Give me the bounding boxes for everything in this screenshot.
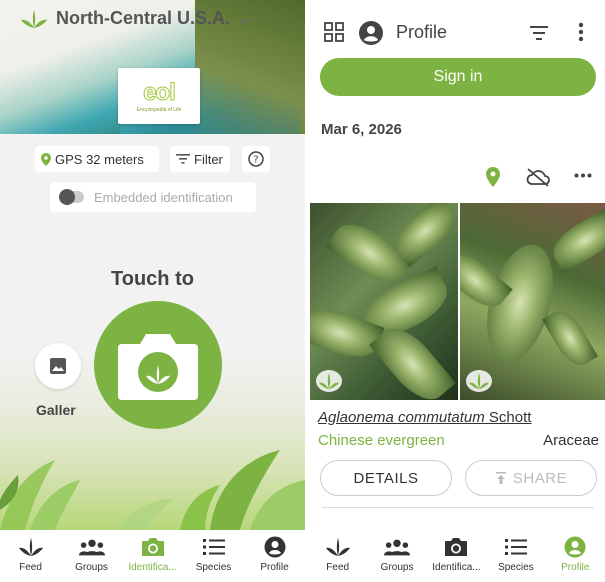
species-icon — [201, 536, 227, 558]
nav-item-species[interactable]: Species — [185, 536, 243, 573]
embedded-identification-toggle[interactable]: Embedded identification — [50, 182, 256, 212]
details-button[interactable]: DETAILS — [320, 460, 452, 496]
nav-item-identifica[interactable]: Identifica... — [427, 536, 485, 573]
divider-line — [322, 507, 594, 508]
nav-label: Profile — [561, 562, 590, 573]
feed-icon — [18, 536, 44, 558]
observation-date: Mar 6, 2026 — [321, 121, 402, 138]
gps-accuracy-chip[interactable]: GPS 32 meters — [35, 146, 159, 172]
location-pin-icon — [41, 152, 51, 166]
filter-button[interactable]: Filter — [170, 146, 230, 172]
nav-item-groups[interactable]: Groups — [368, 536, 426, 573]
help-button[interactable]: ? — [242, 146, 270, 172]
cloud-off-icon[interactable] — [526, 167, 550, 187]
plant-badge-icon — [466, 370, 492, 392]
grid-view-icon[interactable] — [324, 22, 344, 42]
share-label: SHARE — [512, 469, 568, 487]
gallery-label: Galler — [36, 402, 76, 418]
help-icon: ? — [248, 151, 264, 167]
filter-label: Filter — [194, 151, 223, 167]
common-name: Chinese evergreen — [318, 432, 445, 449]
toggle-switch[interactable] — [59, 189, 84, 205]
species-name: Aglaonema commutatum — [318, 409, 485, 426]
eol-logo: eol Encyclopedia of Life — [118, 68, 200, 124]
location-pin-icon[interactable] — [486, 167, 500, 187]
profile-screen: Profile Sign in Mar 6, 2026 Aglaonema co… — [308, 0, 605, 582]
identification-screen: North-Central U.S.A. ⌄ eol Encyclopedia … — [0, 0, 305, 582]
camera-leaf-icon — [118, 334, 198, 400]
species-icon — [503, 536, 529, 558]
species-author: Schott — [484, 409, 532, 426]
region-name: North-Central U.S.A. — [56, 8, 231, 28]
feed-icon — [325, 536, 351, 558]
nav-label: Profile — [260, 562, 289, 573]
nav-item-profile[interactable]: Profile — [546, 536, 604, 573]
groups-icon — [78, 536, 105, 558]
nav-item-feed[interactable]: Feed — [2, 536, 60, 573]
eol-leaf-icon — [21, 9, 47, 28]
sign-in-button[interactable]: Sign in — [320, 58, 596, 96]
more-horiz-icon[interactable] — [574, 173, 592, 178]
camera-icon — [443, 536, 469, 558]
account-circle-icon — [359, 21, 383, 45]
profile-icon — [262, 536, 288, 558]
eol-logo-text: eol — [143, 79, 177, 107]
observation-photo[interactable] — [310, 203, 458, 400]
nav-item-species[interactable]: Species — [487, 536, 545, 573]
bottom-nav: Feed Groups Identifica... Species Profile — [0, 530, 305, 582]
gps-label: GPS 32 meters — [55, 151, 144, 167]
nav-label: Groups — [380, 562, 414, 573]
nav-label: Species — [195, 562, 232, 573]
upload-icon — [495, 472, 506, 484]
nav-label: Feed — [19, 562, 42, 573]
more-vert-icon[interactable] — [578, 22, 584, 42]
nav-item-identifica[interactable]: Identifica... — [124, 536, 182, 573]
foliage-decoration — [0, 430, 305, 530]
scientific-name-link[interactable]: Aglaonema commutatum Schott — [318, 409, 531, 426]
plant-badge-icon — [316, 370, 342, 392]
touch-prompt: Touch to — [111, 268, 194, 290]
camera-icon — [140, 536, 166, 558]
nav-label: Groups — [75, 562, 108, 573]
profile-icon — [562, 536, 588, 558]
chevron-down-icon: ⌄ — [238, 10, 250, 26]
nav-label: Identifica... — [432, 562, 481, 573]
region-selector[interactable]: North-Central U.S.A. ⌄ — [20, 8, 250, 29]
nav-label: Species — [498, 562, 534, 573]
family-name: Araceae — [543, 432, 599, 449]
nav-item-profile[interactable]: Profile — [246, 536, 304, 573]
groups-icon — [384, 536, 411, 558]
app-bar: Profile — [308, 18, 605, 48]
share-button[interactable]: SHARE — [465, 460, 597, 496]
nav-item-groups[interactable]: Groups — [63, 536, 121, 573]
bottom-nav: Feed Groups Identifica... Species Profile — [308, 530, 605, 582]
camera-shutter-button[interactable] — [94, 301, 222, 429]
svg-text:?: ? — [253, 155, 258, 166]
gallery-button[interactable] — [35, 343, 81, 389]
eol-logo-sub: Encyclopedia of Life — [136, 107, 182, 113]
observation-photo[interactable] — [460, 203, 605, 400]
sort-icon[interactable] — [530, 26, 548, 40]
nav-item-feed[interactable]: Feed — [309, 536, 367, 573]
filter-icon — [176, 154, 190, 164]
image-icon — [50, 358, 66, 374]
page-title: Profile — [396, 22, 448, 42]
nav-label: Identifica... — [128, 562, 177, 573]
embedded-label: Embedded identification — [94, 189, 233, 205]
nav-label: Feed — [326, 562, 350, 573]
